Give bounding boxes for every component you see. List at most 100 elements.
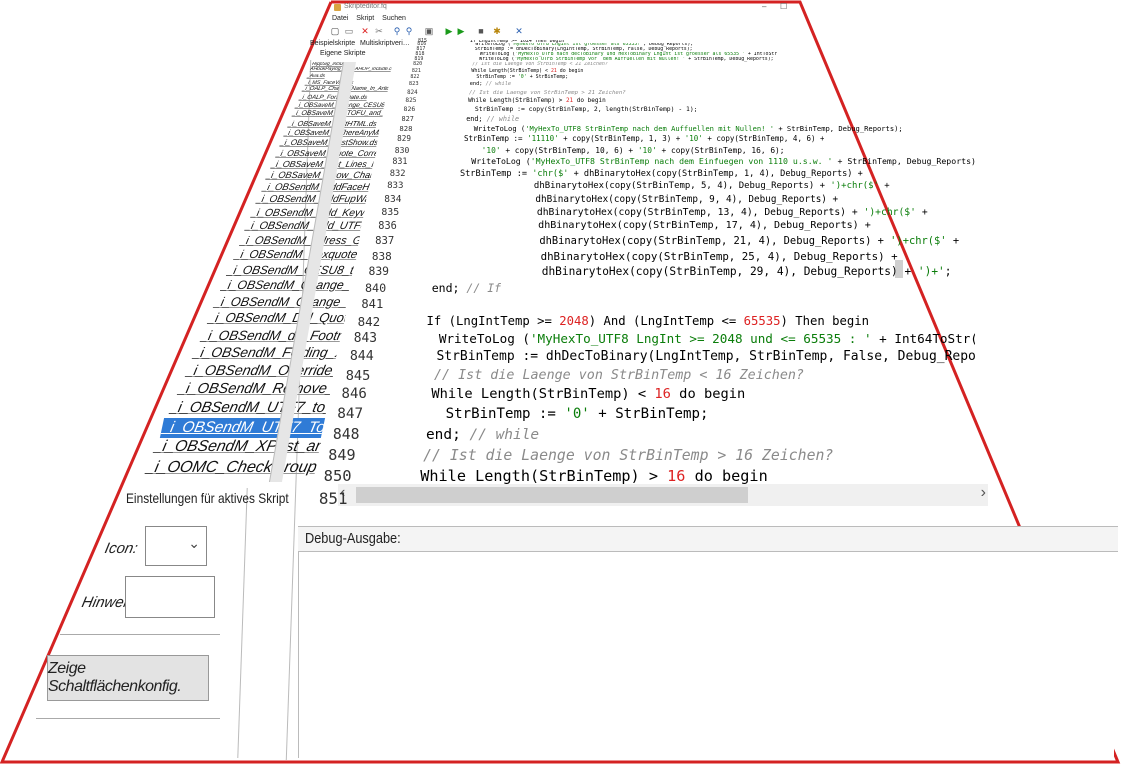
close-script-icon[interactable]: ✕ — [514, 26, 524, 36]
code-line[interactable]: WriteToLog ('MyHexTo_UTF8 LngInt >= 2048… — [424, 330, 975, 348]
code-line[interactable]: '10' + copy(StrBinTemp, 10, 6) + '10' + … — [453, 145, 785, 156]
code-token: + — [946, 234, 960, 247]
code-line[interactable]: StrBinTemp := dhDecToBinary(LngIntTemp, … — [421, 348, 975, 366]
code-line[interactable]: dhBinarytoHex(copy(StrBinTemp, 25, 4), D… — [437, 249, 898, 264]
script-list-item[interactable]: _i_OBSendM_Change_UTF8_To_CESU8. — [213, 294, 349, 310]
code-token: 'MyHexTo_UTF8 StrBinTemp vor dem Auffuel… — [514, 56, 686, 62]
show-button-config-button[interactable]: Zeige Schaltflächenkonfig. — [47, 655, 209, 701]
code-line[interactable]: WriteToLog ('MyHexTo_UTF8 StrBinTemp nac… — [451, 156, 975, 168]
code-token: '11110' — [527, 134, 559, 144]
code-line[interactable]: StrBinTemp := '0' + StrBinTemp; — [412, 405, 709, 425]
cut-icon[interactable]: ✂ — [374, 26, 384, 36]
code-line[interactable]: StrBinTemp := '11110' + copy(StrBinTemp,… — [455, 134, 825, 145]
run-step-icon[interactable]: ▶ — [456, 26, 466, 36]
tab-eigene-skripte[interactable]: Eigene Skripte — [320, 50, 366, 57]
script-list-item[interactable]: _i_OBSendM_Adress_Group.ds — [238, 234, 360, 248]
search-replace-icon[interactable]: ⚲ — [404, 26, 414, 36]
code-line[interactable]: While Length(StrBinTemp) > 16 do begin — [401, 466, 767, 488]
script-list-item[interactable]: _i_OBSendM_Add_KeywordsHeaderInT — [250, 207, 366, 220]
code-line[interactable]: dhBinarytoHex(copy(StrBinTemp, 13, 4), D… — [444, 206, 928, 220]
script-list-item[interactable]: _i_OBSendM_AddFupWarning.ds — [255, 194, 368, 207]
menu-suchen[interactable]: Suchen — [382, 15, 406, 22]
code-token: 'MyHexTo_UTF8 LngInt >= 2048 und <= 6553… — [529, 331, 872, 347]
script-list-item[interactable]: _i_OBSendM_Boxquote.ds — [232, 248, 357, 263]
script-list-item[interactable]: _i_OBSendM_CESU8_to_UTF8_Converte — [226, 263, 355, 278]
code-line[interactable]: end; // If — [432, 280, 501, 296]
tab-multiskript[interactable]: Multiskriptveri… — [360, 40, 410, 47]
code-token: 'MyHexTo_UTF8 StrBinTemp nach dem Auffue… — [525, 124, 775, 134]
code-token: While Length(StrBinTemp) > — [401, 467, 668, 486]
code-line[interactable]: dhBinarytoHex(copy(StrBinTemp, 21, 4), D… — [439, 234, 959, 249]
code-token: While Length(StrBinTemp) < — [414, 386, 655, 403]
code-token: + copy(StrBinTemp, 10, 6) + — [500, 145, 638, 155]
script-list-item[interactable]: _i_OBSendM_XPost_and_FUp2_Informa — [152, 437, 322, 457]
minimize-button[interactable]: – — [762, 2, 766, 11]
new-icon[interactable]: ▢ — [330, 26, 340, 36]
code-line[interactable]: While Length(StrBinTemp) < 16 do begin — [415, 385, 745, 404]
tab-beispielskripte[interactable]: Beispielskripte — [310, 40, 355, 47]
settings-icon[interactable]: ✱ — [492, 26, 502, 36]
code-line[interactable]: dhBinarytoHex(copy(StrBinTemp, 5, 4), De… — [448, 180, 890, 193]
script-list-item[interactable]: _i_OBSaveM_Set_Lines_Header.ds — [270, 159, 374, 170]
line-number: 839 — [368, 263, 390, 278]
horizontal-scroll-thumb[interactable] — [356, 487, 748, 503]
script-list-item[interactable]: _i_OBSendM_AddFaceHeader.ds — [260, 182, 370, 194]
stop-icon[interactable]: ■ — [476, 26, 486, 36]
delete-icon[interactable]: ✕ — [360, 26, 370, 36]
script-list-item[interactable]: _i_OBSendM_do_FootnoteNew.ds — [199, 327, 343, 344]
code-token: ) And (LngIntTemp <= — [588, 313, 744, 328]
code-line[interactable]: // Ist die Laenge von StrBinTemp > 21 Ze… — [462, 89, 626, 97]
menu-skript[interactable]: Skript — [356, 15, 374, 22]
code-token: + StrBinTemp; — [589, 405, 709, 422]
code-line[interactable]: // Ist die Laenge von StrBinTemp < 16 Ze… — [418, 367, 804, 386]
code-token: dhBinarytoHex(copy(StrBinTemp, 9, 4), De… — [445, 193, 839, 205]
open-icon[interactable]: ▭ — [344, 26, 354, 36]
line-number: 825 — [405, 96, 417, 104]
code-line[interactable]: end; // while — [463, 81, 511, 89]
script-list-item[interactable]: _i_OBSendM_UTF7_To_UTF8_Functions — [160, 417, 326, 438]
script-list-item[interactable]: _i_OOMC_CheckGroupPermissions.ds — [143, 457, 318, 478]
menu-datei[interactable]: Datei — [332, 15, 348, 22]
code-line[interactable]: // Ist die Laenge von StrBinTemp > 16 Ze… — [405, 445, 833, 466]
maximize-button[interactable]: ☐ — [780, 2, 787, 11]
script-list-item[interactable]: _i_OBSendM_Remove_Headers.ds — [176, 380, 333, 399]
line-number: 846 — [341, 386, 367, 403]
code-line[interactable]: If (LngIntTemp >= 2048) And (LngIntTemp … — [426, 313, 869, 330]
code-line[interactable]: StrBinTemp := copy(StrBinTemp, 2, length… — [460, 105, 698, 114]
script-list-item[interactable]: _i_OBSendM_Override_User_Agent_He — [184, 362, 336, 380]
code-token: '10' — [637, 145, 657, 155]
icon-select[interactable]: ⌄ — [145, 526, 207, 566]
code-line[interactable]: StrBinTemp := '0' + StrBinTemp; — [465, 74, 568, 81]
line-number: 835 — [381, 206, 400, 218]
code-token: + copy(StrBinTemp, 4, 6) + — [702, 134, 825, 144]
code-line[interactable]: end; // while — [408, 425, 540, 446]
code-line[interactable]: dhBinarytoHex(copy(StrBinTemp, 17, 4), D… — [441, 219, 871, 233]
code-line[interactable]: end; // while — [458, 115, 519, 125]
code-token: // while — [469, 426, 540, 443]
menu-bar: Datei Skript Suchen — [332, 15, 802, 25]
line-number: 823 — [408, 81, 419, 88]
code-line[interactable]: dhBinarytoHex(copy(StrBinTemp, 29, 4), D… — [434, 264, 952, 280]
script-list-item[interactable]: _i_OBSendM_UTF7_to_UTF8_Converter. — [168, 398, 330, 417]
code-token: WriteToLog ( — [451, 155, 531, 166]
run-icon[interactable]: ▶ — [444, 26, 454, 36]
code-line[interactable]: StrBinTemp := 'chr($' + dhBinarytoHex(co… — [450, 168, 863, 180]
code-token: + StrBinTemp, Debug_Reports); — [832, 155, 975, 166]
hint-input[interactable] — [125, 576, 215, 618]
script-list-item[interactable]: _i_OBSendM_Del_Quote_Marks_in_CH — [206, 310, 346, 327]
code-line[interactable]: dhBinarytoHex(copy(StrBinTemp, 9, 4), De… — [446, 193, 838, 206]
script-list-item[interactable]: _i_OBSaveM_Show_Chars.ds — [265, 170, 373, 182]
script-list-item[interactable]: _i_OBSendM_Change_Intro_Lines.ds — [219, 278, 352, 294]
code-token: // Ist die Laenge von StrBinTemp < 16 Ze… — [417, 367, 804, 383]
window-title: Skripteditor.fq — [344, 3, 387, 10]
code-token: end; — [408, 426, 470, 443]
search-icon[interactable]: ⚲ — [392, 26, 402, 36]
code-line[interactable]: While Length(StrBinTemp) > 21 do begin — [461, 97, 606, 106]
debug-output[interactable] — [298, 552, 1114, 758]
script-list-item[interactable]: _i_OBSendM_Add_UTF8_Organization_I — [244, 220, 363, 234]
code-line[interactable]: WriteToLog ('MyHexTo_UTF8 StrBinTemp nac… — [457, 124, 903, 134]
code-token: ')+chr($' — [890, 234, 947, 247]
save-icon[interactable]: ▣ — [424, 26, 434, 36]
script-list-item[interactable]: _i_OBSendM_Folding_X_FaceHeader.ds — [192, 344, 340, 362]
scroll-right-icon[interactable]: › — [981, 484, 986, 502]
